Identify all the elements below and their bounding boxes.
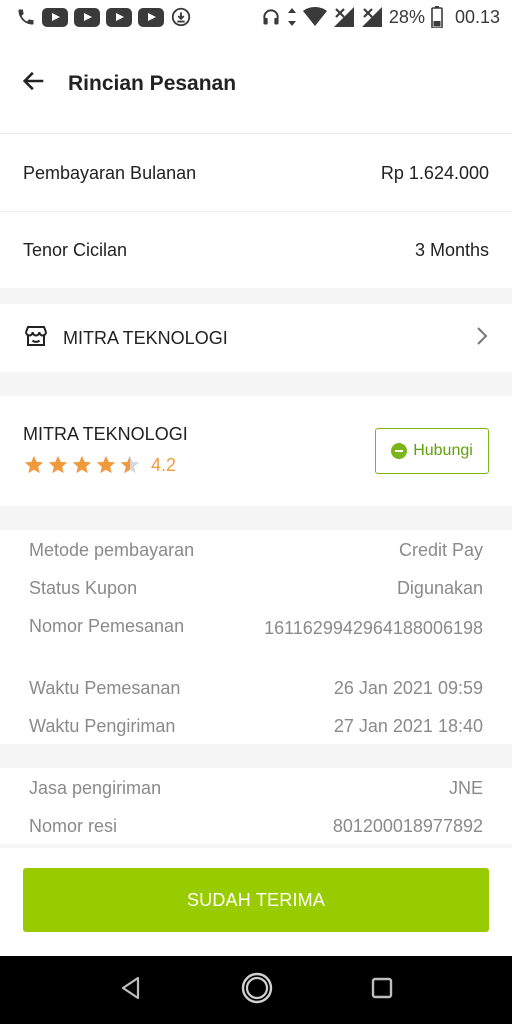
payment-method-row: Metode pembayaran Credit Pay (0, 540, 512, 561)
ship-time-value: 27 Jan 2021 18:40 (333, 716, 483, 736)
phone-icon (16, 7, 36, 27)
coupon-status-value: Digunakan (396, 578, 483, 598)
battery-icon (431, 6, 443, 28)
half-star-icon (120, 455, 140, 474)
star-icon (72, 455, 92, 474)
order-number-label: Nomor Pemesanan (29, 616, 185, 636)
nav-back-icon[interactable] (119, 975, 143, 1006)
coupon-status-row: Status Kupon Digunakan (0, 578, 512, 599)
monthly-payment-label: Pembayaran Bulanan (23, 162, 197, 183)
app-bar: Rincian Pesanan (0, 34, 512, 134)
tenor-value: 3 Months (414, 239, 489, 260)
contact-seller-label: Hubungi (413, 442, 473, 459)
store-name: MITRA TEKNOLOGI (63, 327, 228, 348)
store-row[interactable]: MITRA TEKNOLOGI (0, 304, 512, 372)
courier-label: Jasa pengiriman (29, 778, 162, 798)
signal-no-sim-icon (333, 7, 355, 27)
system-nav-bar (0, 956, 512, 1024)
section-gap (0, 844, 512, 848)
nav-home-icon[interactable] (240, 971, 274, 1010)
ship-time-label: Waktu Pengiriman (29, 716, 176, 736)
youtube-notification-icon (74, 7, 100, 27)
seller-card: MITRA TEKNOLOGI 4.2 Hubungi (0, 396, 512, 506)
status-right: 28% 00.13 (261, 6, 500, 28)
order-info: Metode pembayaran Credit Pay Status Kupo… (0, 530, 512, 744)
monthly-payment-row: Pembayaran Bulanan Rp 1.624.000 (0, 135, 512, 211)
payment-method-value: Credit Pay (398, 540, 483, 560)
section-gap (0, 506, 512, 530)
wifi-icon (302, 7, 327, 27)
tenor-row: Tenor Cicilan 3 Months (0, 212, 512, 288)
confirm-received-button[interactable]: SUDAH TERIMA (23, 868, 489, 932)
battery-percent: 28% (388, 6, 425, 27)
youtube-notification-icon (106, 7, 132, 27)
coupon-status-label: Status Kupon (29, 578, 138, 598)
order-number-value: 1611629942964188006198 (264, 618, 483, 638)
section-gap (0, 372, 512, 396)
tenor-label: Tenor Cicilan (23, 239, 128, 260)
store-icon (23, 323, 49, 354)
data-transfer-icon (287, 7, 297, 27)
contact-seller-button[interactable]: Hubungi (375, 428, 489, 474)
star-icon (24, 455, 44, 474)
star-icon (48, 455, 68, 474)
chevron-right-icon (475, 325, 489, 352)
payment-method-label: Metode pembayaran (29, 540, 195, 560)
order-time-label: Waktu Pemesanan (29, 678, 181, 698)
status-left (16, 6, 192, 28)
order-time-row: Waktu Pemesanan 26 Jan 2021 09:59 (0, 678, 512, 699)
shipping-info: Jasa pengiriman JNE Nomor resi 801200018… (0, 768, 512, 844)
section-gap (0, 288, 512, 304)
nav-recents-icon[interactable] (371, 977, 393, 1004)
order-time-value: 26 Jan 2021 09:59 (333, 678, 483, 698)
back-button[interactable] (4, 54, 64, 114)
clock: 00.13 (454, 6, 500, 27)
monthly-payment-value: Rp 1.624.000 (380, 162, 489, 183)
star-icon (96, 455, 116, 474)
tracking-row: Nomor resi 801200018977892 (0, 816, 512, 837)
ship-time-row: Waktu Pengiriman 27 Jan 2021 18:40 (0, 716, 512, 737)
headphones-icon (261, 7, 281, 27)
page-title: Rincian Pesanan (68, 71, 237, 95)
status-bar: 28% 00.13 (0, 0, 512, 34)
rating-value: 4.2 (151, 454, 177, 475)
courier-value: JNE (448, 778, 483, 798)
chat-icon (391, 443, 408, 459)
tracking-value: 801200018977892 (332, 816, 483, 836)
seller-rating: 4.2 (23, 454, 176, 476)
courier-row: Jasa pengiriman JNE (0, 778, 512, 799)
download-icon (170, 6, 192, 28)
seller-name: MITRA TEKNOLOGI (23, 424, 188, 444)
signal-no-sim-icon (361, 7, 383, 27)
youtube-notification-icon (138, 7, 164, 27)
back-arrow-icon (20, 67, 48, 100)
order-number-row: Nomor Pemesanan 1611629942964188006198 (0, 616, 512, 640)
tracking-label: Nomor resi (29, 816, 118, 836)
youtube-notification-icon (42, 7, 68, 27)
section-gap (0, 744, 512, 768)
